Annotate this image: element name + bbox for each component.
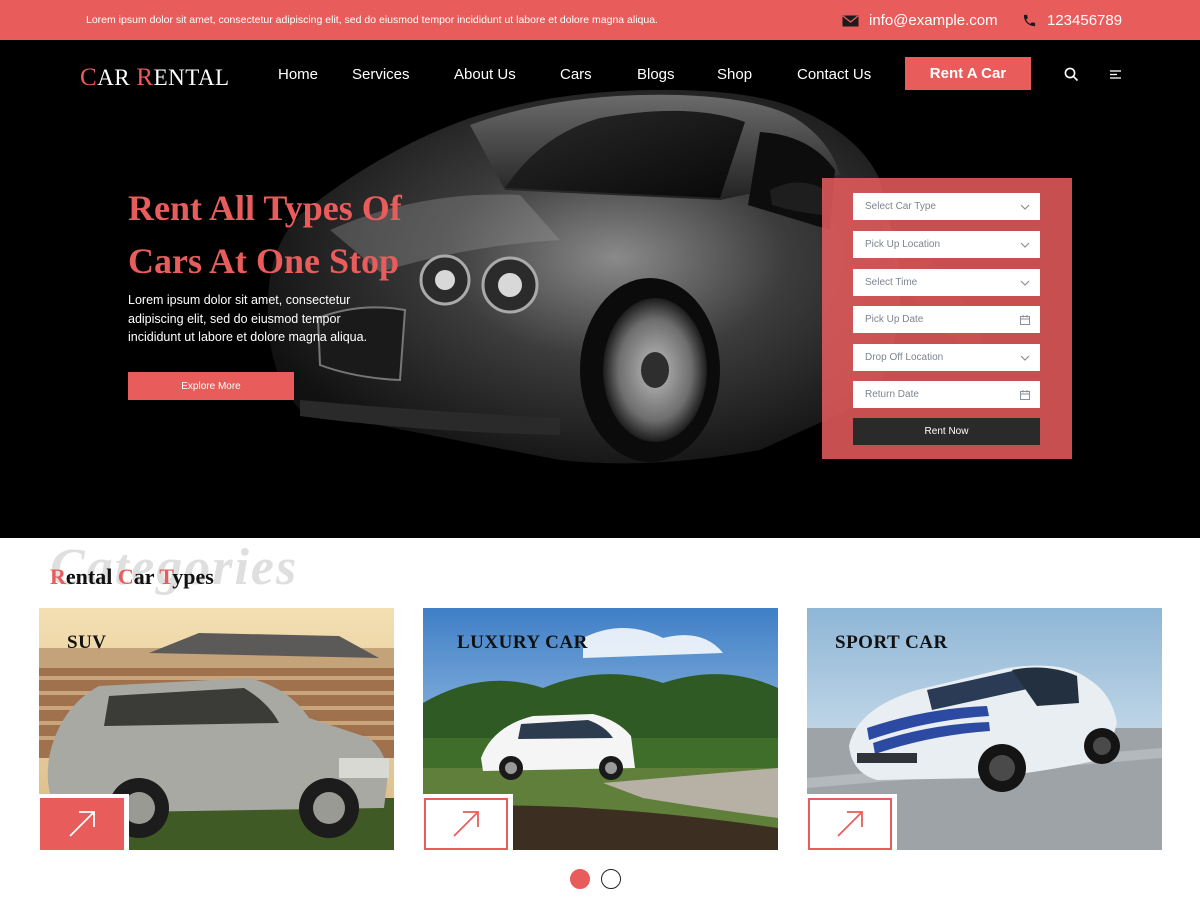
return-date-placeholder: Return Date (865, 389, 919, 400)
chevron-down-icon (1020, 355, 1030, 361)
phone-text: 123456789 (1047, 12, 1123, 29)
brand-logo[interactable]: CAR RENTAL (80, 64, 230, 92)
hero-section: CAR RENTAL Home Services About Us Cars B… (0, 40, 1200, 538)
category-card-sport[interactable]: SPORT CAR (807, 608, 1162, 850)
pickup-date-placeholder: Pick Up Date (865, 314, 924, 325)
mail-icon (842, 14, 859, 26)
dropoff-location-select[interactable]: Drop Off Location (853, 344, 1040, 371)
logo-letter-r: R (136, 64, 154, 91)
pickup-location-select[interactable]: Pick Up Location (853, 231, 1040, 258)
pagination-dot-1[interactable] (570, 869, 590, 889)
logo-text-ar: AR (97, 65, 137, 90)
section-title: Rental Car Types (50, 564, 214, 590)
pickup-location-placeholder: Pick Up Location (865, 239, 941, 250)
title-part-ypes: ypes (172, 564, 214, 589)
hero-title: Rent All Types Of Cars At One Stop (128, 188, 402, 281)
chevron-down-icon (1020, 280, 1030, 286)
explore-more-button[interactable]: Explore More (128, 372, 294, 400)
phone-icon (1023, 14, 1036, 27)
menu-icon[interactable] (1109, 69, 1123, 80)
search-icon[interactable] (1064, 67, 1079, 82)
category-card-suv[interactable]: SUV (39, 608, 394, 850)
dropoff-location-placeholder: Drop Off Location (865, 352, 944, 363)
return-date-input[interactable]: Return Date (853, 381, 1040, 408)
sport-arrow-button[interactable] (807, 794, 897, 850)
nav-about-us[interactable]: About Us (454, 66, 516, 83)
time-placeholder: Select Time (865, 277, 918, 288)
nav-contact-us[interactable]: Contact Us (797, 66, 871, 83)
top-bar-tagline: Lorem ipsum dolor sit amet, consectetur … (86, 14, 658, 26)
email-text: info@example.com (869, 12, 998, 29)
phone-link[interactable]: 123456789 (1022, 12, 1122, 29)
calendar-icon (1020, 389, 1030, 400)
category-card-luxury[interactable]: LUXURY CAR (423, 608, 778, 850)
nav-home[interactable]: Home (278, 66, 318, 83)
arrow-up-right-icon (837, 811, 863, 837)
top-bar: Lorem ipsum dolor sit amet, consectetur … (0, 0, 1200, 40)
chevron-down-icon (1020, 204, 1030, 210)
arrow-up-right-icon (69, 811, 95, 837)
nav-services[interactable]: Services (352, 66, 410, 83)
calendar-icon (1020, 314, 1030, 325)
rent-now-button[interactable]: Rent Now (853, 418, 1040, 445)
email-link[interactable]: info@example.com (842, 12, 998, 29)
time-select[interactable]: Select Time (853, 269, 1040, 296)
nav-cars[interactable]: Cars (560, 66, 592, 83)
rent-a-car-button[interactable]: Rent A Car (905, 57, 1031, 90)
booking-form: Select Car Type Pick Up Location Select … (822, 178, 1072, 459)
hero-description: Lorem ipsum dolor sit amet, consectetur … (128, 293, 368, 344)
luxury-arrow-button[interactable] (423, 794, 513, 850)
logo-letter-c: C (80, 64, 98, 91)
car-type-placeholder: Select Car Type (865, 201, 936, 212)
arrow-up-right-icon (453, 811, 479, 837)
carousel-pagination (570, 869, 621, 889)
title-cap-c: C (117, 564, 134, 589)
nav-blogs[interactable]: Blogs (637, 66, 675, 83)
logo-text-ental: ENTAL (153, 65, 230, 90)
title-part-ar: ar (133, 564, 160, 589)
luxury-car-label: LUXURY CAR (457, 632, 588, 653)
car-type-select[interactable]: Select Car Type (853, 193, 1040, 220)
title-cap-r: R (50, 564, 66, 589)
suv-arrow-button[interactable] (39, 794, 129, 850)
nav-shop[interactable]: Shop (717, 66, 752, 83)
sport-car-label: SPORT CAR (835, 632, 948, 653)
title-cap-t: T (159, 564, 173, 589)
pickup-date-input[interactable]: Pick Up Date (853, 306, 1040, 333)
suv-label: SUV (67, 632, 107, 653)
title-part-ental: ental (65, 564, 118, 589)
pagination-dot-2[interactable] (601, 869, 621, 889)
chevron-down-icon (1020, 242, 1030, 248)
